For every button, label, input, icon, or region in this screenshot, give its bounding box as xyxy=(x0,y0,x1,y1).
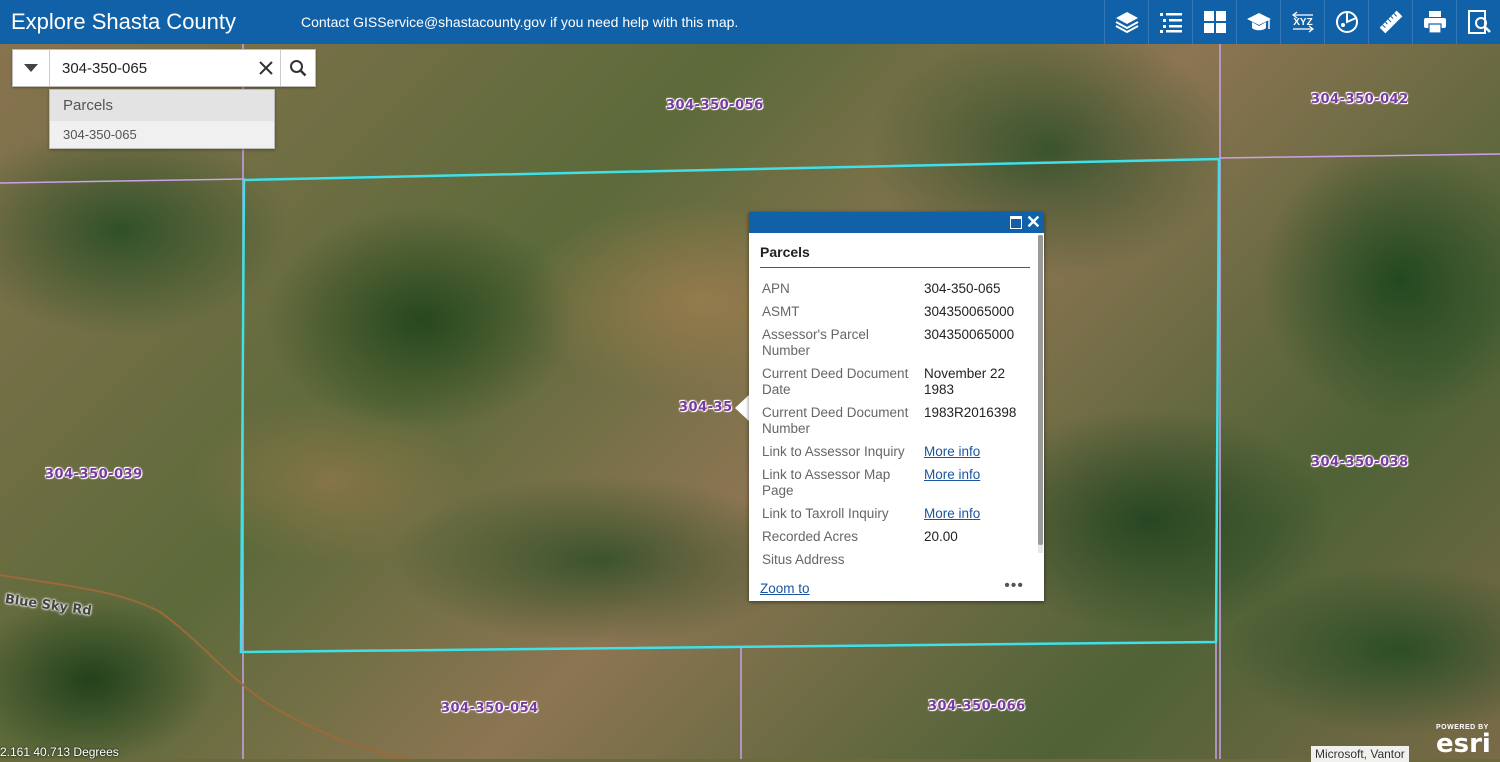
close-popup-button[interactable]: ✕ xyxy=(1026,212,1041,233)
attribute-key: Recorded Acres xyxy=(762,529,859,544)
attribute-key: Link to Taxroll Inquiry xyxy=(762,506,889,521)
search-input[interactable] xyxy=(50,50,252,86)
assessor-map-link[interactable]: More info xyxy=(924,467,980,482)
assessor-inquiry-link[interactable]: More info xyxy=(924,444,980,459)
clear-search-button[interactable] xyxy=(252,50,280,86)
popup-titlebar: ✕ xyxy=(749,212,1044,233)
suggestion-item[interactable]: 304-350-065 xyxy=(50,121,274,148)
parcel-boundary xyxy=(0,178,246,184)
attribute-key: Situs Address xyxy=(762,552,845,567)
xyz-coordinates-icon[interactable]: XYZ xyxy=(1280,0,1324,44)
suggestion-group-header: Parcels xyxy=(50,90,274,121)
search-source-dropdown[interactable] xyxy=(13,50,50,86)
parcel-boundary xyxy=(1219,153,1500,159)
zoom-to-link[interactable]: Zoom to xyxy=(760,581,810,596)
search-widget xyxy=(12,49,316,87)
esri-wordmark: esri xyxy=(1436,729,1491,759)
esri-logo[interactable]: POWERED BY esri xyxy=(1436,724,1491,759)
attribute-key: APN xyxy=(762,281,790,296)
parcel-label: 304-350-042 xyxy=(1311,92,1409,107)
table-row: Situs Address xyxy=(760,548,1032,571)
popup-content: Parcels APN 304-350-065 ASMT 304350065000 … xyxy=(749,233,1037,577)
table-row: Link to Assessor Inquiry More info xyxy=(760,440,1032,463)
table-row: ASMT 304350065000 xyxy=(760,300,1032,323)
feature-popup: ✕ Parcels APN 304-350-065 ASMT 30435006500… xyxy=(749,212,1044,601)
parcel-label: 304-350-038 xyxy=(1311,455,1409,470)
parcel-label: 304-350-054 xyxy=(441,701,539,716)
parcel-label: 304-350-056 xyxy=(666,98,764,113)
query-icon[interactable] xyxy=(1456,0,1500,44)
parcel-label: 304-350-039 xyxy=(45,467,143,482)
attribute-value xyxy=(922,548,1032,571)
table-row: Current Deed Document Number 1983R2016398 xyxy=(760,401,1032,440)
more-actions-button[interactable]: ••• xyxy=(1004,577,1024,595)
maximize-icon[interactable] xyxy=(1010,216,1022,229)
training-icon[interactable] xyxy=(1236,0,1280,44)
map-attribution: Microsoft, Vantor xyxy=(1311,746,1409,762)
attribute-key: Assessor's Parcel Number xyxy=(762,327,869,358)
caret-down-icon xyxy=(24,63,38,72)
attribute-key: Link to Assessor Map Page xyxy=(762,467,891,498)
popup-pointer xyxy=(735,394,750,422)
basemap-gallery-icon[interactable] xyxy=(1192,0,1236,44)
attribute-value: November 22 1983 xyxy=(924,366,1006,397)
app-header: Explore Shasta County Contact GISService… xyxy=(0,0,1500,44)
chart-icon[interactable] xyxy=(1324,0,1368,44)
popup-footer: Zoom to ••• xyxy=(749,577,1044,601)
coordinates-readout: 2.161 40.713 Degrees xyxy=(0,745,119,759)
table-row: Recorded Acres 20.00 xyxy=(760,525,1032,548)
app-subtitle: Contact GISService@shastacounty.gov if y… xyxy=(301,14,739,30)
table-row: APN 304-350-065 xyxy=(760,277,1032,300)
attribute-value: 1983R2016398 xyxy=(924,405,1017,420)
toolbar: XYZ xyxy=(1104,0,1500,44)
attribute-key: Current Deed Document Number xyxy=(762,405,909,436)
attribute-key: Link to Assessor Inquiry xyxy=(762,444,905,459)
scrollbar-thumb[interactable] xyxy=(1038,235,1043,545)
table-row: Link to Assessor Map Page More info xyxy=(760,463,1032,502)
popup-scrollbar[interactable] xyxy=(1038,235,1043,553)
close-icon xyxy=(259,61,273,75)
taxroll-inquiry-link[interactable]: More info xyxy=(924,506,980,521)
search-suggestions: Parcels 304-350-065 xyxy=(49,89,275,149)
attribute-value: 20.00 xyxy=(924,529,958,544)
measure-icon[interactable] xyxy=(1368,0,1412,44)
attribute-key: Current Deed Document Date xyxy=(762,366,909,397)
attribute-value: 304350065000 xyxy=(924,304,1015,319)
layers-icon[interactable] xyxy=(1104,0,1148,44)
table-row: Assessor's Parcel Number 304350065000 xyxy=(760,323,1032,362)
search-icon xyxy=(290,60,307,77)
search-button[interactable] xyxy=(280,50,315,86)
table-row: Link to Taxroll Inquiry More info xyxy=(760,502,1032,525)
app-title: Explore Shasta County xyxy=(11,9,237,34)
table-row: Current Deed Document Date November 22 19… xyxy=(760,362,1032,401)
attribute-value: 304350065000 xyxy=(924,327,1015,342)
parcel-label: 304-350-066 xyxy=(928,699,1026,714)
parcel-label: 304-35 xyxy=(679,400,733,415)
print-icon[interactable] xyxy=(1412,0,1456,44)
attribute-table: APN 304-350-065 ASMT 304350065000 Assessor… xyxy=(760,277,1032,571)
attribute-value: 304-350-065 xyxy=(924,281,1001,296)
attribute-key: ASMT xyxy=(762,304,800,319)
popup-layer-title: Parcels xyxy=(760,244,1030,268)
legend-list-icon[interactable] xyxy=(1148,0,1192,44)
